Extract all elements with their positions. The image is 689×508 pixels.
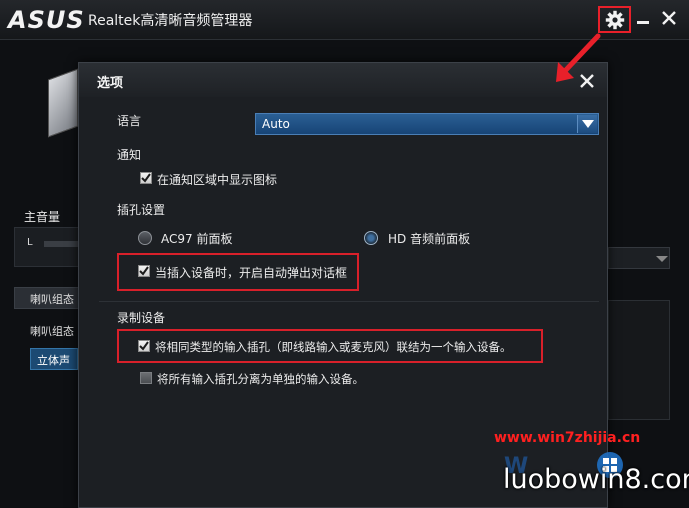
window-title: Realtek高清晰音频管理器: [88, 13, 253, 29]
volume-slider[interactable]: [44, 241, 80, 247]
watermark-url: www.win7zhijia.cn: [494, 430, 641, 446]
stereo-dropdown[interactable]: 立体声: [30, 348, 78, 370]
auto-popup-label: 当插入设备时，开启自动弹出对话框: [155, 266, 348, 280]
background-dropdown[interactable]: [608, 247, 670, 269]
gear-icon: [605, 10, 624, 29]
speaker-config-tab-label: 喇叭组态: [30, 293, 74, 306]
language-select-value: Auto: [262, 117, 290, 131]
checkmark-icon: [139, 266, 149, 276]
language-select-arrow[interactable]: [577, 115, 597, 133]
language-label: 语言: [117, 114, 142, 128]
separate-inputs-checkbox[interactable]: [140, 372, 152, 384]
separate-inputs-label: 将所有输入插孔分离为单独的输入设备。: [157, 372, 364, 386]
checkmark-icon: [141, 173, 151, 183]
chevron-down-icon: [581, 120, 594, 128]
checkmark-icon: [139, 341, 149, 351]
language-select[interactable]: Auto: [255, 113, 599, 135]
notify-label: 通知: [117, 148, 142, 162]
volume-panel: [14, 227, 80, 267]
main-volume-label: 主音量: [24, 210, 61, 224]
recording-devices-label: 录制设备: [117, 311, 166, 325]
channel-left-label: L: [27, 237, 33, 248]
dialog-title: 选项: [97, 76, 124, 91]
background-panel: [608, 300, 670, 420]
show-tray-icon-label: 在通知区域中显示图标: [157, 173, 278, 187]
hd-audio-radio[interactable]: [364, 231, 378, 245]
dialog-header: 选项: [79, 63, 607, 97]
speaker-device-image: [48, 68, 78, 138]
settings-button[interactable]: [598, 6, 631, 33]
tie-inputs-checkbox[interactable]: [138, 340, 150, 352]
show-tray-icon-checkbox[interactable]: [140, 172, 152, 184]
hd-audio-radio-label: HD 音频前面板: [388, 232, 471, 246]
chevron-down-icon: [656, 256, 668, 262]
speaker-config-label: 喇叭组态: [30, 325, 74, 338]
annotation-arrow: [556, 33, 601, 82]
tie-inputs-label: 将相同类型的输入插孔（即线路输入或麦克风）联结为一个输入设备。: [155, 340, 512, 354]
close-icon: [662, 11, 676, 25]
ac97-radio-label: AC97 前面板: [161, 232, 233, 246]
watermark-site: luobowin8.com: [503, 464, 689, 495]
ac97-radio[interactable]: [138, 231, 152, 245]
minimize-button[interactable]: [635, 8, 651, 28]
section-divider: [99, 301, 599, 302]
auto-popup-checkbox[interactable]: [138, 265, 150, 277]
jack-settings-label: 插孔设置: [117, 203, 166, 217]
window-close-button[interactable]: [659, 8, 679, 28]
asus-logo: ASUS: [8, 6, 85, 34]
